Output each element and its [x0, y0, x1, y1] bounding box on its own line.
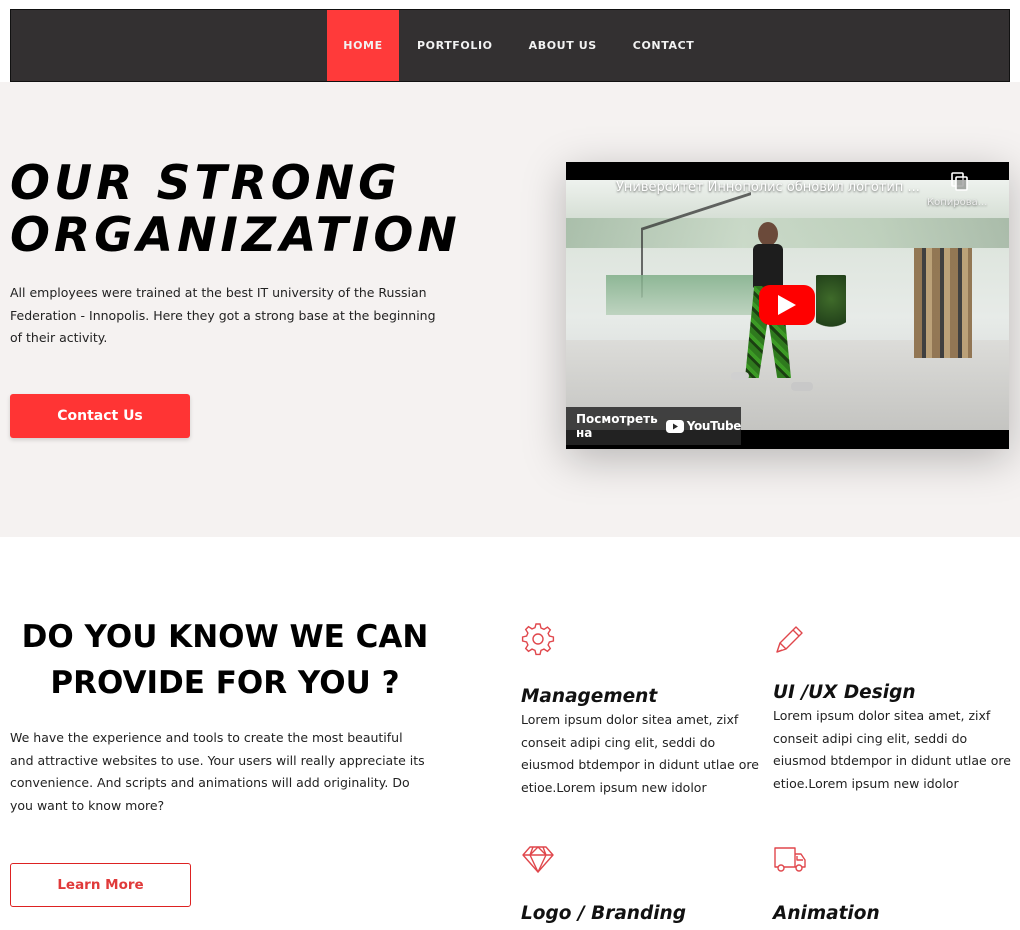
nav-item-home[interactable]: HOME	[327, 10, 399, 81]
nav-item-portfolio[interactable]: PORTFOLIO	[399, 10, 511, 81]
nav-item-about-us[interactable]: ABOUT US	[511, 10, 615, 81]
play-button[interactable]	[759, 285, 815, 325]
youtube-wordmark: YouTube	[686, 419, 742, 433]
service-ui-ux-design: UI /UX Design Lorem ipsum dolor sitea am…	[773, 622, 1013, 795]
copy-link-label[interactable]: Копирова...	[927, 197, 987, 208]
thumbnail-wall-panel	[914, 248, 972, 358]
gear-icon	[521, 623, 555, 656]
service-title: Logo / Branding	[521, 903, 686, 924]
service-description: Lorem ipsum dolor sitea amet, zixf conse…	[521, 712, 759, 795]
hero-description: All employees were trained at the best I…	[10, 285, 436, 345]
thumbnail-plant	[816, 275, 846, 335]
service-animation: Animation	[773, 842, 1013, 924]
person-shoe	[791, 382, 813, 391]
service-description: Lorem ipsum dolor sitea amet, zixf conse…	[773, 708, 1011, 791]
copy-link-icon[interactable]	[951, 172, 969, 192]
youtube-icon	[665, 419, 684, 433]
contact-us-button[interactable]: Contact Us	[10, 394, 190, 438]
person-shoe	[731, 372, 749, 380]
service-title: UI /UX Design	[773, 682, 916, 703]
truck-icon	[774, 847, 806, 872]
play-icon	[778, 295, 796, 315]
person-shirt	[753, 244, 783, 288]
watch-on-label: Посмотреть на	[576, 412, 658, 440]
video-embed[interactable]: Университет Иннополис обновил логотип ..…	[566, 162, 1009, 449]
diamond-icon	[522, 846, 554, 873]
services-title: DO YOU KNOW WE CAN PROVIDE FOR YOU ?	[21, 619, 429, 701]
hero-section: OUR STRONG ORGANIZATION All employees we…	[0, 82, 1020, 537]
youtube-logo: YouTube	[665, 419, 742, 433]
nav-item-contact[interactable]: CONTACT	[615, 10, 713, 81]
video-title[interactable]: Университет Иннополис обновил логотип ..…	[616, 180, 920, 195]
service-management: Management Lorem ipsum dolor sitea amet,…	[521, 622, 761, 799]
service-title: Management	[521, 686, 658, 707]
pencil-icon	[776, 626, 803, 653]
service-logo-branding: Logo / Branding	[521, 842, 761, 924]
nav-menu: HOME PORTFOLIO ABOUT US CONTACT	[327, 10, 712, 81]
top-navigation: HOME PORTFOLIO ABOUT US CONTACT	[10, 9, 1010, 82]
hero-title: OUR STRONG ORGANIZATION	[10, 156, 461, 263]
services-description: We have the experience and tools to crea…	[10, 730, 425, 813]
service-title: Animation	[773, 903, 880, 924]
learn-more-button[interactable]: Learn More	[10, 863, 191, 907]
person-head	[758, 222, 778, 246]
watch-on-youtube-bar[interactable]: Посмотреть на YouTube	[566, 407, 741, 445]
